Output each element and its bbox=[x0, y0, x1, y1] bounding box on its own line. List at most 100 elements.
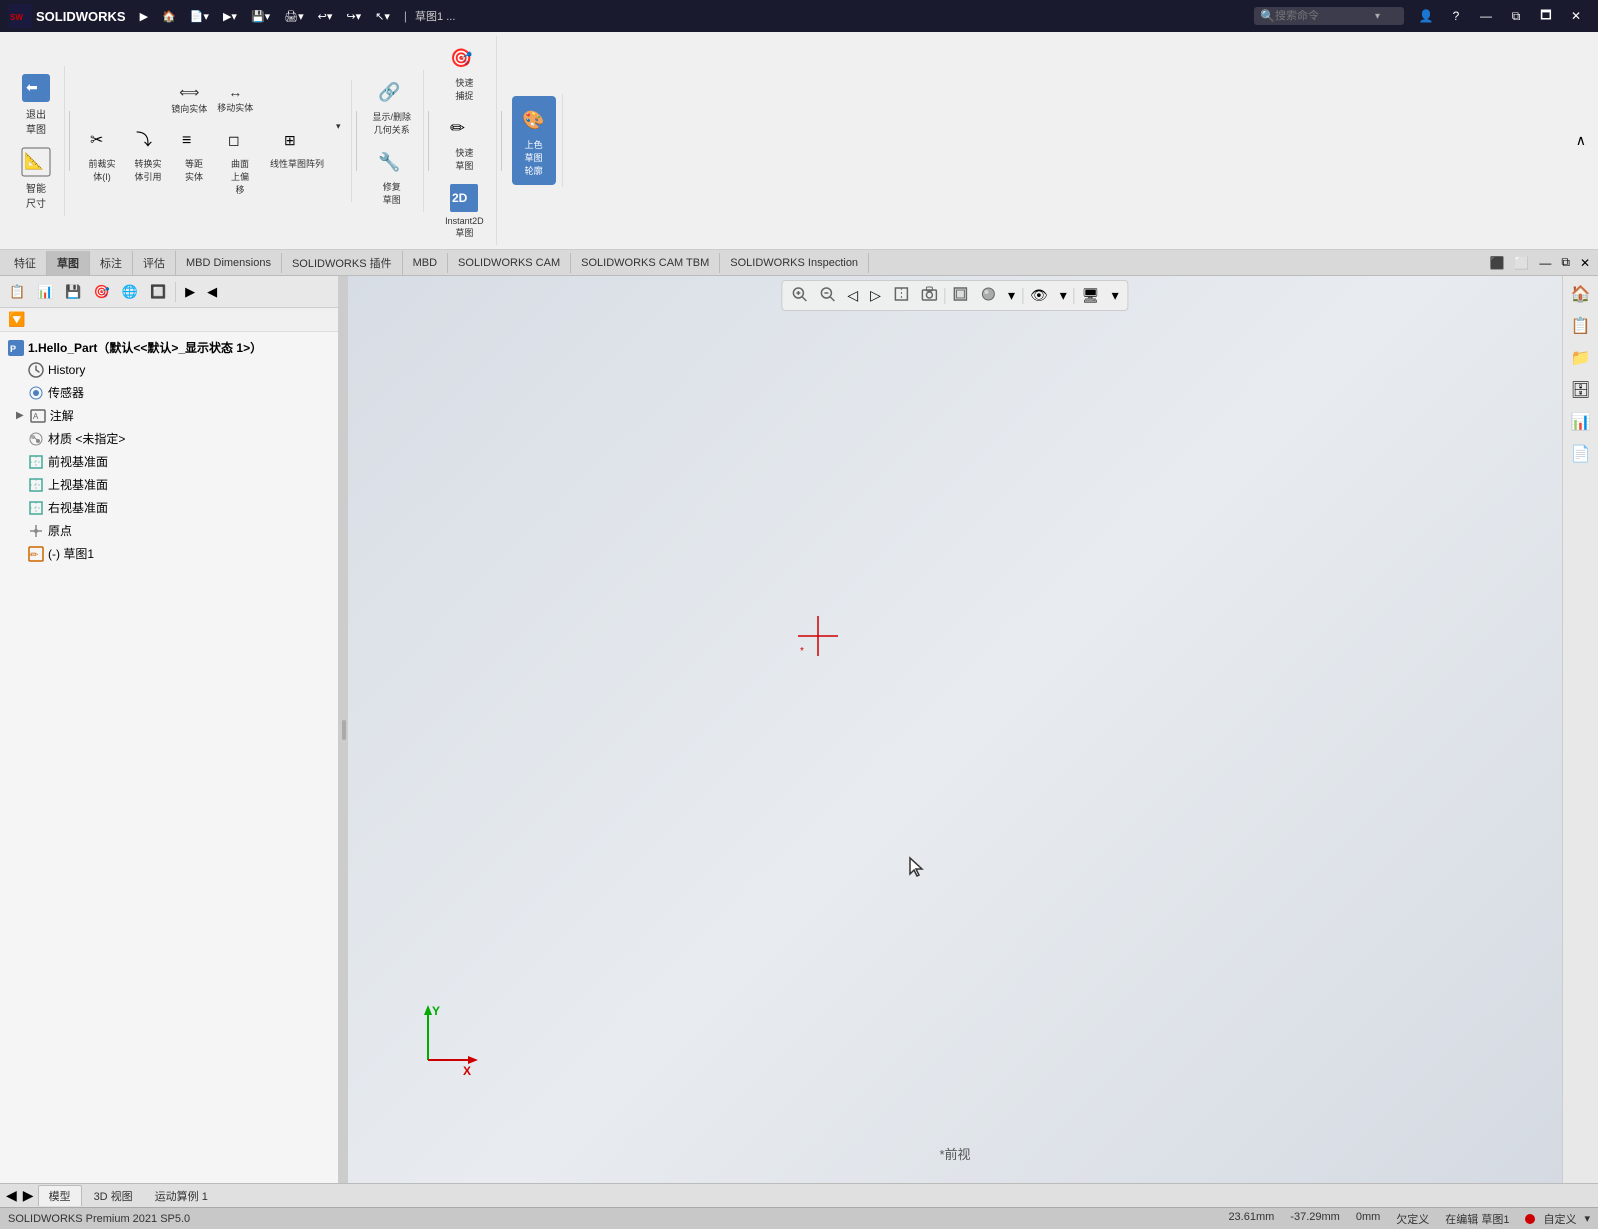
collapse-ribbon-btn[interactable]: ∧ bbox=[1576, 132, 1586, 149]
linear-array-icon: ⊞ bbox=[281, 123, 313, 155]
offset-btn[interactable]: ≡ 等距实体 bbox=[172, 119, 216, 200]
tab-restore2-btn[interactable]: ⬜ bbox=[1510, 253, 1533, 272]
tree-root-item[interactable]: P 1.Hello_Part（默认<<默认>_显示状态 1>） bbox=[0, 336, 338, 359]
save-btn[interactable]: 💾▾ bbox=[245, 8, 276, 25]
tree-item-sketch1[interactable]: ✏ (-) 草图1 bbox=[0, 542, 338, 565]
view-tb-forward-btn[interactable]: ▶ bbox=[180, 281, 200, 303]
rmt-home-btn[interactable]: 🏠 bbox=[1567, 280, 1595, 308]
tab-restore1-btn[interactable]: ⬛ bbox=[1485, 253, 1508, 272]
tab-mbd-dim[interactable]: MBD Dimensions bbox=[176, 253, 282, 273]
bottom-tab-3d[interactable]: 3D 视图 bbox=[84, 1186, 143, 1206]
view-tb-btn3[interactable]: 💾 bbox=[60, 281, 86, 303]
redo-btn[interactable]: ↪▾ bbox=[340, 8, 367, 25]
status-customize[interactable]: 自定义 bbox=[1543, 1211, 1576, 1227]
repair-sketch-btn[interactable]: 🔧 修复草图 bbox=[370, 142, 414, 210]
tab-mbd[interactable]: MBD bbox=[403, 253, 448, 273]
tree-item-material[interactable]: 材质 <未指定> bbox=[0, 427, 338, 450]
view-tb-btn2[interactable]: 📊 bbox=[32, 281, 58, 303]
minimize-btn[interactable]: — bbox=[1472, 2, 1500, 30]
cursor-btn[interactable]: ↖▾ bbox=[369, 8, 396, 25]
view-tb-btn6[interactable]: 🔲 bbox=[145, 281, 171, 303]
show-relations-btn[interactable]: 🔗 显示/删除几何关系 bbox=[367, 72, 418, 140]
tree-item-origin[interactable]: 原点 bbox=[0, 519, 338, 542]
print-btn[interactable]: 🖨▾ bbox=[278, 8, 310, 25]
display-mode-btn[interactable] bbox=[975, 283, 1001, 308]
rmt-layers-btn[interactable]: 📋 bbox=[1567, 312, 1595, 340]
hide-show-drop-btn[interactable]: ▾ bbox=[1055, 284, 1072, 307]
next-view-btn[interactable]: ▷ bbox=[865, 284, 886, 307]
bt-prev-btn[interactable]: ◀ bbox=[4, 1185, 19, 1206]
surface-btn[interactable]: ◻ 曲面上偏移 bbox=[218, 119, 262, 200]
search-input[interactable] bbox=[1275, 10, 1375, 22]
tab-sw-cam[interactable]: SOLIDWORKS CAM bbox=[448, 253, 571, 273]
panel-resize-handle[interactable] bbox=[340, 276, 348, 1183]
maximize-btn[interactable]: 🗖 bbox=[1532, 2, 1560, 30]
tree-item-right-plane[interactable]: 右视基准面 bbox=[0, 496, 338, 519]
tab-feature[interactable]: 特征 bbox=[4, 251, 47, 275]
tab-sw-plugin[interactable]: SOLIDWORKS 插件 bbox=[282, 251, 403, 275]
tree-item-annotation[interactable]: ▶ A 注解 bbox=[0, 404, 338, 427]
view-tb-btn4[interactable]: 🎯 bbox=[89, 281, 115, 303]
undo-btn[interactable]: ↩▾ bbox=[312, 8, 339, 25]
quick-sketch-btn[interactable]: ✏ 快速草图 bbox=[442, 108, 486, 176]
annotation-arrow: ▶ bbox=[16, 410, 24, 421]
tab-restore3-btn[interactable]: ⧉ bbox=[1557, 253, 1574, 272]
expand-btn[interactable]: ▾ bbox=[332, 119, 345, 200]
tree-item-top-plane[interactable]: 上视基准面 bbox=[0, 473, 338, 496]
search-box[interactable]: 🔍 ▾ bbox=[1254, 7, 1404, 25]
status-drop[interactable]: ▾ bbox=[1584, 1212, 1590, 1225]
linear-array-btn[interactable]: ⊞ 线性草图阵列 bbox=[264, 119, 330, 200]
rmt-list-btn[interactable]: 📄 bbox=[1567, 440, 1595, 468]
bt-next-btn[interactable]: ▶ bbox=[21, 1185, 36, 1206]
orient-view-btn[interactable] bbox=[947, 283, 973, 308]
tab-close-btn[interactable]: ✕ bbox=[1576, 253, 1594, 272]
view-tb-btn5[interactable]: 🌐 bbox=[117, 281, 143, 303]
viewport-toolbar: ◁ ▷ ▾ 👁 ▾ 🖥 ▾ bbox=[781, 280, 1128, 311]
tab-evaluate[interactable]: 评估 bbox=[133, 251, 176, 275]
hide-show-btn[interactable]: 👁 bbox=[1025, 284, 1053, 307]
prev-view-btn[interactable]: ◁ bbox=[842, 284, 863, 307]
exit-sketch-btn[interactable]: ⬅ 退出草图 bbox=[14, 68, 58, 140]
bottom-tab-model[interactable]: 模型 bbox=[38, 1185, 82, 1206]
run-btn[interactable]: ▶ bbox=[134, 8, 154, 25]
mirror-btn[interactable]: ⟺ 镜向实体 bbox=[167, 82, 211, 117]
tree-item-history[interactable]: History bbox=[0, 359, 338, 381]
tab-sw-cam-tbm[interactable]: SOLIDWORKS CAM TBM bbox=[571, 253, 720, 273]
run2-btn[interactable]: ▶▾ bbox=[217, 8, 243, 25]
move-entity-btn[interactable]: ↔ 移动实体 bbox=[213, 82, 257, 117]
user-btn[interactable]: 👤 bbox=[1412, 2, 1440, 30]
new-btn[interactable]: 📄▾ bbox=[184, 8, 215, 25]
rmt-folder-btn[interactable]: 📁 bbox=[1567, 344, 1595, 372]
convert-btn[interactable]: ⤵ 转换实体引用 bbox=[126, 119, 170, 200]
restore-btn[interactable]: ⧉ bbox=[1502, 2, 1530, 30]
ribbon-collapse[interactable]: ∧ bbox=[1572, 128, 1590, 153]
tab-minimize-btn[interactable]: — bbox=[1535, 253, 1555, 272]
zoom-out-btn[interactable] bbox=[814, 283, 840, 308]
rmt-chart-btn[interactable]: 📊 bbox=[1567, 408, 1595, 436]
help-btn[interactable]: ? bbox=[1442, 2, 1470, 30]
rmt-data-btn[interactable]: 🗄 bbox=[1567, 376, 1595, 404]
instant2d-btn[interactable]: 2D Instant2D草图 bbox=[439, 178, 490, 243]
close-btn[interactable]: ✕ bbox=[1562, 2, 1590, 30]
camera-view-btn[interactable] bbox=[916, 283, 942, 308]
tab-sw-inspection[interactable]: SOLIDWORKS Inspection bbox=[720, 253, 869, 273]
zoom-in-btn[interactable] bbox=[786, 283, 812, 308]
smart-dim-btn[interactable]: 📐 智能尺寸 bbox=[14, 142, 58, 214]
display-style-btn[interactable]: ▾ bbox=[1003, 284, 1020, 307]
view-tb-btn1[interactable]: 📋 bbox=[4, 281, 30, 303]
viewport[interactable]: ◁ ▷ ▾ 👁 ▾ 🖥 ▾ bbox=[348, 276, 1562, 1183]
home-btn[interactable]: 🏠 bbox=[156, 8, 182, 25]
tree-item-sensor[interactable]: 传感器 bbox=[0, 381, 338, 404]
solidworks-logo: SW bbox=[8, 4, 32, 28]
section-view-btn[interactable] bbox=[888, 283, 914, 308]
color-sketch-btn[interactable]: 🎨 上色草图轮廓 bbox=[512, 96, 556, 185]
view-tb-back-btn[interactable]: ◀ bbox=[202, 281, 222, 303]
tab-annotation[interactable]: 标注 bbox=[90, 251, 133, 275]
trim-btn[interactable]: ✂ 前裁实体(I) bbox=[80, 119, 124, 200]
view-settings-drop-btn[interactable]: ▾ bbox=[1107, 284, 1124, 307]
bottom-tab-motion[interactable]: 运动算例 1 bbox=[145, 1186, 218, 1206]
tree-item-front-plane[interactable]: 前视基准面 bbox=[0, 450, 338, 473]
view-settings-btn[interactable]: 🖥 bbox=[1077, 284, 1105, 307]
quick-snap-btn[interactable]: 🎯 快速捕捉 bbox=[442, 38, 486, 106]
tab-sketch[interactable]: 草图 bbox=[47, 251, 90, 275]
